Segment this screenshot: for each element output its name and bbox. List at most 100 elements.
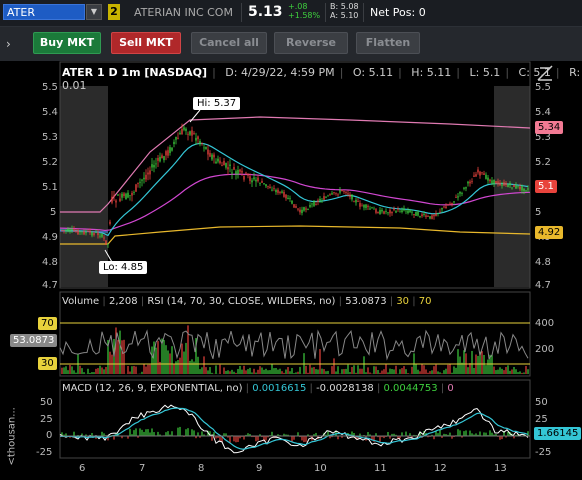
candle-body <box>65 230 67 232</box>
volume-bar <box>333 358 335 374</box>
candle-body <box>319 198 321 201</box>
candle-body <box>407 210 409 214</box>
macd-signal-line <box>59 407 529 450</box>
volume-bar <box>463 350 465 374</box>
macd-tick: 50 <box>40 397 53 408</box>
macd-hist-bar <box>489 430 491 436</box>
price-tick: 4.7 <box>535 280 551 291</box>
volume-bar <box>319 349 321 374</box>
volume-bar <box>389 368 391 374</box>
macd-unit-label: <thousan... <box>6 407 18 466</box>
candle-body <box>173 141 175 144</box>
volume-bar <box>415 364 417 374</box>
price-tick: 5.4 <box>42 107 58 118</box>
volume-bar <box>515 369 517 374</box>
candle-body <box>117 194 119 196</box>
candle-body <box>135 184 137 192</box>
candle-body <box>273 188 275 190</box>
volume-bar <box>429 371 431 374</box>
volume-bar <box>147 364 149 374</box>
volume-bar <box>295 372 297 374</box>
volume-bar <box>375 366 377 374</box>
candle-body <box>403 208 405 211</box>
macd-tick: 25 <box>40 414 53 425</box>
time-tick: 11 <box>374 463 387 474</box>
candle-body <box>233 167 235 170</box>
volume-bar <box>361 368 363 374</box>
volume-bar <box>291 368 293 374</box>
premarket-shade <box>60 86 108 287</box>
volume-bar <box>439 372 441 374</box>
macd-hist-bar <box>139 428 141 436</box>
macd-hist-bar <box>145 429 147 436</box>
candle-body <box>485 174 487 179</box>
time-tick: 8 <box>198 463 205 474</box>
volume-bar <box>65 366 67 374</box>
volume-bar <box>103 369 105 374</box>
macd-hist-bar <box>201 431 203 436</box>
volume-bar <box>437 371 439 374</box>
volume-bar <box>127 366 129 374</box>
candle-body <box>89 230 91 233</box>
volume-bar <box>173 363 175 374</box>
candle-body <box>81 231 83 233</box>
candle-body <box>155 163 157 165</box>
bar-high: H: 5.11 <box>411 66 452 79</box>
macd-label[interactable]: MACD (12, 26, 9, EXPONENTIAL, no) <box>62 383 242 394</box>
price-tick: 4.8 <box>42 257 58 268</box>
candle-body <box>427 216 429 217</box>
candle-body <box>189 131 191 135</box>
volume-bar <box>163 340 165 374</box>
candle-body <box>229 164 231 167</box>
candle-body <box>285 194 287 199</box>
volume-bar <box>511 369 513 374</box>
volume-bar <box>467 367 469 374</box>
volume-panel-header: Volume | 2,208 | RSI (14, 70, 30, CLOSE,… <box>62 296 432 307</box>
volume-bar <box>331 366 333 374</box>
volume-bar <box>481 351 483 374</box>
volume-label[interactable]: Volume <box>62 296 99 307</box>
chart-symbol[interactable]: ATER 1 D 1m [NASDAQ] <box>62 66 207 79</box>
candle-body <box>383 211 385 214</box>
macd-tick: -25 <box>535 447 552 458</box>
volume-bar <box>525 365 527 374</box>
volume-bar <box>255 372 257 374</box>
volume-bar <box>373 366 375 374</box>
candle-body <box>389 210 391 214</box>
volume-bar <box>67 370 69 374</box>
candle-body <box>129 195 131 197</box>
yellow-line <box>60 225 531 245</box>
volume-bar <box>131 366 133 374</box>
candle-body <box>119 198 121 202</box>
price-tick: 5.5 <box>535 82 551 93</box>
candle-body <box>301 209 303 214</box>
candle-body <box>345 192 347 193</box>
volume-bar <box>457 349 459 374</box>
candle-body <box>101 234 103 237</box>
volume-bar <box>185 342 187 374</box>
volume-bar <box>203 356 205 374</box>
macd-hist-bar <box>133 430 135 436</box>
macd-hist-bar <box>265 436 267 441</box>
macd-hist-bar <box>255 436 257 442</box>
volume-bar <box>323 369 325 374</box>
candle-body <box>405 210 407 212</box>
candle-body <box>399 211 401 213</box>
volume-bar <box>435 364 437 374</box>
macd-hist-bar <box>211 436 213 441</box>
price-tick: 5.1 <box>42 182 58 193</box>
volume-bar <box>287 367 289 374</box>
candle-body <box>483 173 485 175</box>
volume-bar <box>369 372 371 374</box>
time-tick: 13 <box>494 463 507 474</box>
volume-bar <box>309 364 311 374</box>
candle-body <box>339 190 341 193</box>
rsi-label[interactable]: RSI (14, 70, 30, CLOSE, WILDERS, no) <box>147 296 335 307</box>
volume-bar <box>175 361 177 374</box>
volume-bar <box>347 364 349 374</box>
price-tick: 4.8 <box>535 257 551 268</box>
macd-hist-bar <box>401 432 403 436</box>
price-tag-upper: 5.34 <box>535 121 564 134</box>
macd-hist-bar <box>459 430 461 436</box>
candle-body <box>159 156 161 162</box>
